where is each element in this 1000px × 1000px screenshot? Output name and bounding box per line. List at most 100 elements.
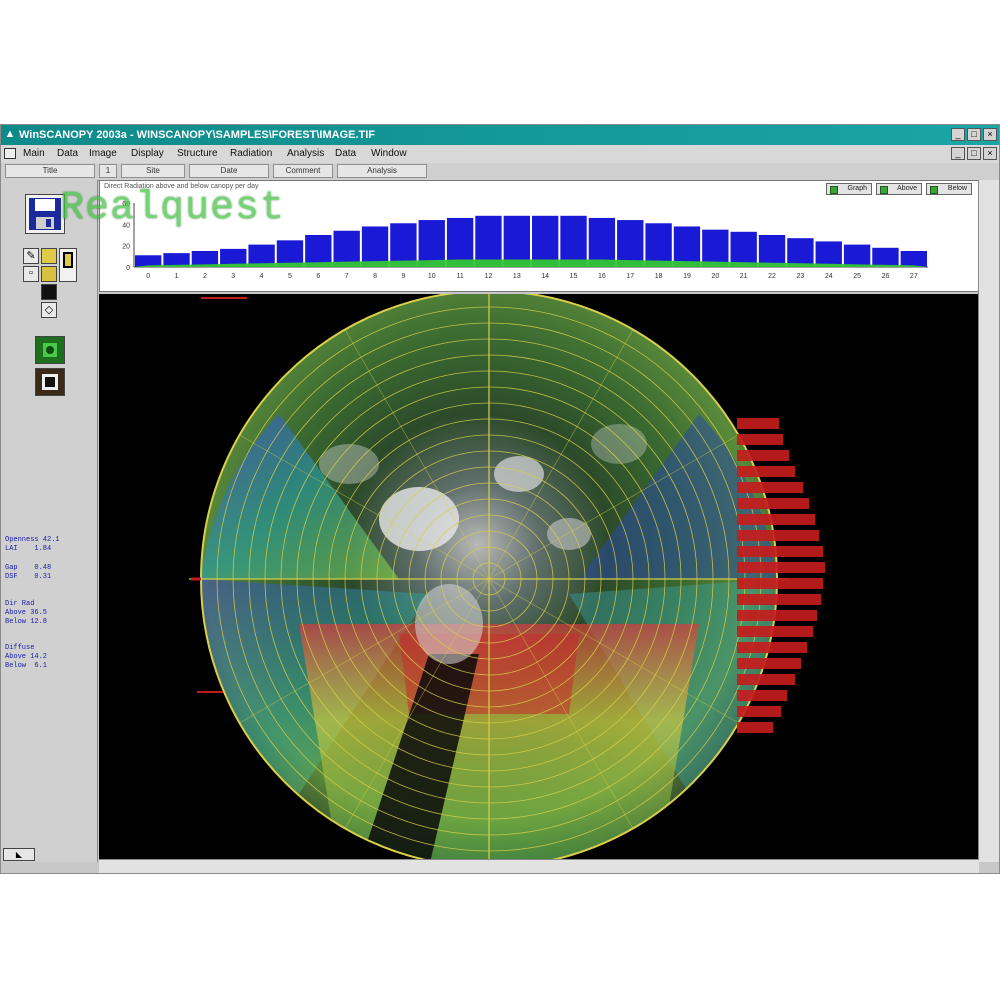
menu-main[interactable]: Main [23, 145, 45, 163]
histogram-bar-0 [737, 418, 779, 429]
bar-above-25 [843, 244, 871, 267]
app-window: ▲ WinSCANOPY 2003a - WINSCANOPY\SAMPLES\… [0, 124, 1000, 874]
histogram-bar-4 [737, 482, 803, 493]
canopy-fisheye-image[interactable] [99, 294, 979, 862]
camera-green-icon[interactable] [35, 336, 65, 364]
histogram-bar-16 [737, 674, 795, 685]
x-tick-label-24: 24 [825, 273, 833, 280]
close-icon[interactable]: × [983, 128, 997, 141]
menu-window[interactable]: Window [371, 145, 407, 163]
bar-above-21 [730, 231, 757, 267]
system-menu-icon[interactable] [4, 148, 16, 159]
x-tick-label-25: 25 [853, 273, 861, 280]
x-tick-label-7: 7 [345, 273, 349, 280]
menu-radiation[interactable]: Radiation [230, 145, 272, 163]
select-tool-icon[interactable]: ▫ [23, 266, 39, 282]
horizontal-scrollbar[interactable] [99, 859, 979, 873]
x-tick-label-17: 17 [626, 273, 634, 280]
x-tick-label-26: 26 [882, 273, 890, 280]
doc-restore-icon[interactable]: □ [967, 147, 981, 160]
histogram-bar-18 [737, 706, 781, 717]
vertical-scrollbar[interactable] [978, 180, 999, 862]
x-tick-label-4: 4 [260, 273, 264, 280]
resize-grip-icon[interactable]: ◣ [3, 848, 35, 861]
left-tool-panel: ✎ ▫ ◇ Openness 42.1 LAI 1.84 Gap 0.48 DS… [1, 180, 98, 862]
bar-above-8 [361, 226, 389, 267]
bar-above-26 [872, 247, 899, 267]
toolbar-field-date[interactable]: Date [189, 164, 269, 178]
x-tick-label-1: 1 [175, 273, 179, 280]
bar-above-15 [560, 215, 587, 267]
histogram-bar-15 [737, 658, 801, 669]
image-view-icon[interactable] [35, 368, 65, 396]
x-tick-label-3: 3 [231, 273, 235, 280]
title-bar: ▲ WinSCANOPY 2003a - WINSCANOPY\SAMPLES\… [1, 125, 999, 145]
doc-close-icon[interactable]: × [983, 147, 997, 160]
black-swatch-icon[interactable] [41, 284, 57, 300]
toolbar-field-site[interactable]: Site [121, 164, 185, 178]
pencil-tool-icon[interactable]: ✎ [23, 248, 39, 264]
histogram-bar-6 [737, 514, 815, 525]
x-tick-label-27: 27 [910, 273, 918, 280]
toolbar-field-analysis[interactable]: Analysis [337, 164, 427, 178]
bar-above-20 [702, 229, 729, 267]
watermark-text: Realquest [60, 186, 286, 231]
app-icon: ▲ [4, 128, 16, 140]
bar-above-19 [673, 226, 701, 267]
x-tick-label-2: 2 [203, 273, 207, 280]
menu-data[interactable]: Data [57, 145, 78, 163]
color-picker-icon[interactable] [59, 248, 77, 282]
fill-tool-icon[interactable] [41, 266, 57, 282]
histogram-bar-9 [737, 562, 825, 573]
x-tick-label-20: 20 [711, 273, 719, 280]
x-tick-label-22: 22 [768, 273, 776, 280]
x-tick-label-14: 14 [541, 273, 549, 280]
histogram-bar-13 [737, 626, 813, 637]
toolbar: Title 1 Site Date Comment Analysis [1, 163, 999, 181]
y-tick-label-0: 0 [126, 265, 130, 272]
bar-above-27 [900, 251, 927, 267]
x-tick-label-12: 12 [485, 273, 493, 280]
histogram-bar-8 [737, 546, 823, 557]
x-tick-label-0: 0 [146, 273, 150, 280]
x-tick-label-18: 18 [655, 273, 663, 280]
histogram-bar-10 [737, 578, 823, 589]
bar-above-23 [787, 238, 814, 267]
stats-block-4: Diffuse Above 14.2 Below 6.1 [5, 644, 48, 670]
histogram-bar-5 [737, 498, 809, 509]
menu-bar: Main Data Image Display Structure Radiat… [1, 145, 999, 163]
histogram-bar-19 [737, 722, 773, 733]
bar-above-12 [475, 215, 502, 267]
x-tick-label-13: 13 [513, 273, 521, 280]
x-tick-label-21: 21 [740, 273, 748, 280]
bar-above-14 [532, 215, 559, 267]
stats-block-2: Gap 0.48 DSF 0.31 [5, 564, 52, 581]
toolbar-field-index[interactable]: 1 [99, 164, 117, 178]
x-tick-label-23: 23 [796, 273, 804, 280]
x-tick-label-11: 11 [456, 273, 463, 280]
menu-data-2[interactable]: Data [335, 145, 356, 163]
histogram-bar-12 [737, 610, 817, 621]
shape-tool-icon[interactable]: ◇ [41, 302, 57, 318]
menu-structure[interactable]: Structure [177, 145, 218, 163]
toolbar-field-comment[interactable]: Comment [273, 164, 333, 178]
x-tick-label-9: 9 [401, 273, 405, 280]
histogram-bar-1 [737, 434, 783, 445]
hemispherical-image-view [99, 294, 979, 862]
histogram-bar-11 [737, 594, 821, 605]
toolbar-field-title[interactable]: Title [5, 164, 95, 178]
x-tick-label-15: 15 [570, 273, 578, 280]
menu-analysis[interactable]: Analysis [287, 145, 324, 163]
maximize-icon[interactable]: □ [967, 128, 981, 141]
histogram-bar-17 [737, 690, 787, 701]
x-tick-label-10: 10 [428, 273, 436, 280]
menu-image[interactable]: Image [89, 145, 117, 163]
window-title: WinSCANOPY 2003a - WINSCANOPY\SAMPLES\FO… [19, 129, 376, 141]
save-disk-icon[interactable] [25, 194, 65, 234]
menu-display[interactable]: Display [131, 145, 164, 163]
color-swatch-icon[interactable] [41, 248, 57, 264]
doc-minimize-icon[interactable]: _ [951, 147, 965, 160]
histogram-bar-3 [737, 466, 795, 477]
minimize-icon[interactable]: _ [951, 128, 965, 141]
x-tick-label-5: 5 [288, 273, 292, 280]
